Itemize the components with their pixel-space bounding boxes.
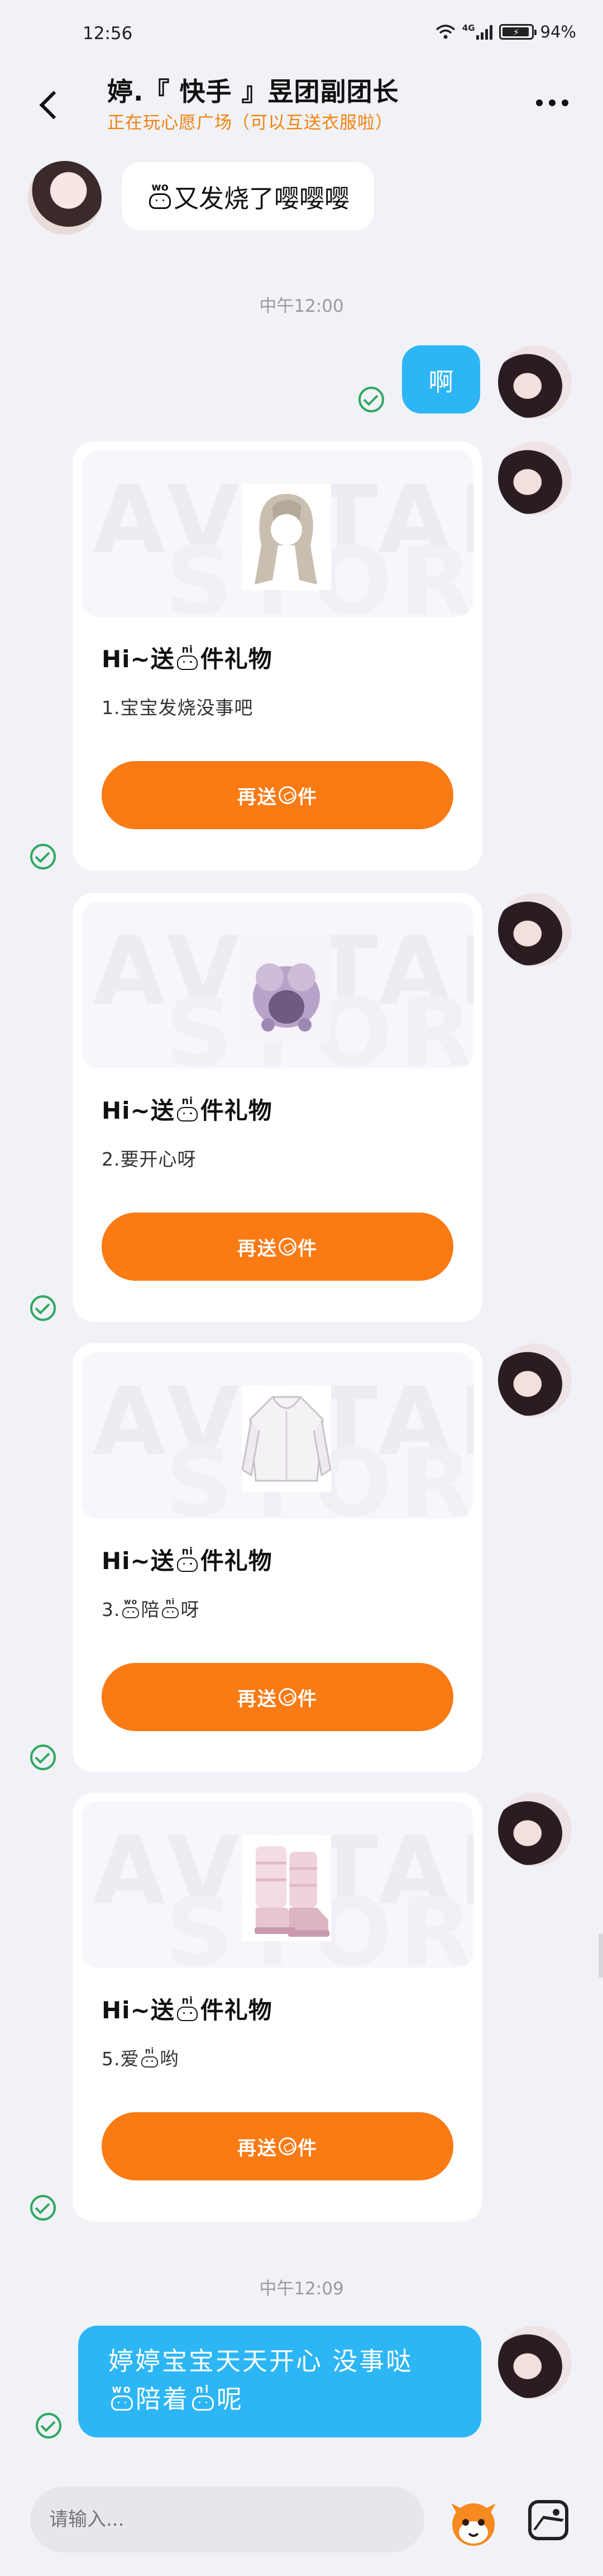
signal-icon	[476, 24, 492, 40]
resend-gift-button[interactable]: 再送件	[102, 761, 453, 829]
input-bar	[0, 2461, 603, 2576]
ticket-icon	[278, 1688, 297, 1707]
chat-title[interactable]: 婷.『 快手 』昱团副团长	[107, 72, 399, 108]
boots-item-icon	[242, 1835, 331, 1941]
avatar-contact[interactable]	[28, 161, 102, 235]
scrollbar[interactable]	[599, 1933, 603, 1978]
battery-icon: ⚡	[499, 24, 537, 40]
avatar-self[interactable]	[498, 2326, 572, 2399]
avatar-self[interactable]	[498, 345, 572, 419]
gift-title: Hi~送 ni 件礼物	[102, 1995, 272, 2024]
sent-check-icon	[30, 844, 56, 869]
sent-check-icon	[358, 387, 384, 412]
ticket-icon	[278, 2137, 297, 2156]
gift-description: 2.要开心呀	[102, 1148, 197, 1170]
gift-card[interactable]: AVATAR STORE Hi~送ni件礼物 2.要开心呀 再送件	[73, 893, 482, 1322]
gift-banner: AVATAR STORE	[82, 450, 473, 617]
resend-gift-button[interactable]: 再送件	[102, 1213, 453, 1281]
hat-item-icon	[242, 935, 331, 1042]
message-input[interactable]	[30, 2487, 424, 2553]
ni-emoji-icon: ni	[161, 1598, 180, 1618]
timestamp: 中午12:09	[259, 2279, 344, 2299]
wo-emoji-icon: wo	[109, 2384, 135, 2411]
gift-title: Hi~送 ni 件礼物	[102, 644, 272, 673]
back-arrow-icon[interactable]	[34, 86, 67, 125]
ni-emoji-icon: ni	[141, 2047, 159, 2068]
gift-description: 5.爱 ni 哟	[102, 2047, 179, 2070]
message-text: 婷婷宝宝天天开心 没事哒	[108, 2346, 413, 2376]
more-dots-icon[interactable]	[536, 99, 568, 106]
wo-emoji-icon: wo	[147, 182, 173, 209]
sent-check-icon	[36, 2413, 61, 2439]
ni-emoji-icon: ni	[176, 1996, 199, 2022]
resend-gift-button[interactable]: 再送件	[102, 2112, 453, 2180]
ni-emoji-icon: ni	[176, 1547, 199, 1572]
gift-card[interactable]: AVATAR STORE Hi~送ni件礼物 5.爱ni哟 再送件	[73, 1793, 482, 2222]
gift-card[interactable]: AVATAR STORE Hi~送ni件礼物 3.wo陪ni呀 再送件	[73, 1343, 482, 1772]
image-icon[interactable]	[528, 2500, 568, 2540]
message-incoming[interactable]: wo 又发烧了嘤嘤嘤	[122, 162, 375, 230]
avatar-self[interactable]	[498, 441, 572, 515]
gift-card[interactable]: AVATAR STORE Hi~送ni件礼物 1.宝宝发烧没事吧 再送件	[73, 441, 482, 871]
gift-description: 1.宝宝发烧没事吧	[102, 697, 253, 719]
avatar-self[interactable]	[498, 893, 572, 967]
gift-banner: AVATAR STORE	[82, 1352, 473, 1519]
gift-description: 3. wo 陪 ni 呀	[102, 1598, 200, 1620]
message-outgoing[interactable]: 婷婷宝宝天天开心 没事哒 wo 陪着 ni 呢	[78, 2326, 481, 2437]
gift-title: Hi~送 ni 件礼物	[102, 1546, 272, 1575]
resend-gift-button[interactable]: 再送件	[102, 1663, 453, 1731]
message-text: 又发烧了嘤嘤嘤	[174, 183, 350, 213]
coat-item-icon	[241, 1386, 332, 1492]
sent-check-icon	[30, 1745, 56, 1770]
ticket-icon	[278, 1237, 297, 1256]
wifi-icon	[436, 25, 455, 39]
status-icons: 4G ⚡ 94%	[436, 22, 576, 41]
wo-emoji-icon: wo	[122, 1598, 140, 1618]
ni-emoji-icon: ni	[190, 2384, 216, 2411]
gift-banner: AVATAR STORE	[82, 902, 473, 1068]
gift-title: Hi~送 ni 件礼物	[102, 1095, 272, 1124]
network-label: 4G	[462, 23, 475, 33]
battery-percent: 94%	[540, 22, 576, 41]
wig-item-icon	[242, 484, 331, 590]
ni-emoji-icon: ni	[176, 1096, 199, 1122]
timestamp: 中午12:00	[259, 296, 344, 316]
sent-check-icon	[30, 2195, 56, 2221]
message-outgoing[interactable]: 啊	[402, 345, 480, 414]
message-text: wo 陪着 ni 呢	[108, 2380, 481, 2418]
avatar-self[interactable]	[498, 1793, 572, 1866]
kwai-mascot-icon[interactable]	[444, 2492, 502, 2550]
gift-banner: AVATAR STORE	[82, 1802, 473, 1968]
chat-header: 婷.『 快手 』昱团副团长 正在玩心愿广场（可以互送衣服啦）	[0, 66, 603, 150]
status-bar: 12:56 4G ⚡ 94%	[0, 0, 603, 66]
ticket-icon	[278, 786, 297, 805]
avatar-self[interactable]	[498, 1343, 572, 1417]
ni-emoji-icon: ni	[176, 645, 199, 671]
chat-subtitle[interactable]: 正在玩心愿广场（可以互送衣服啦）	[107, 108, 393, 134]
sent-check-icon	[30, 1295, 56, 1321]
status-time: 12:56	[83, 23, 133, 44]
message-text: 啊	[428, 367, 454, 397]
